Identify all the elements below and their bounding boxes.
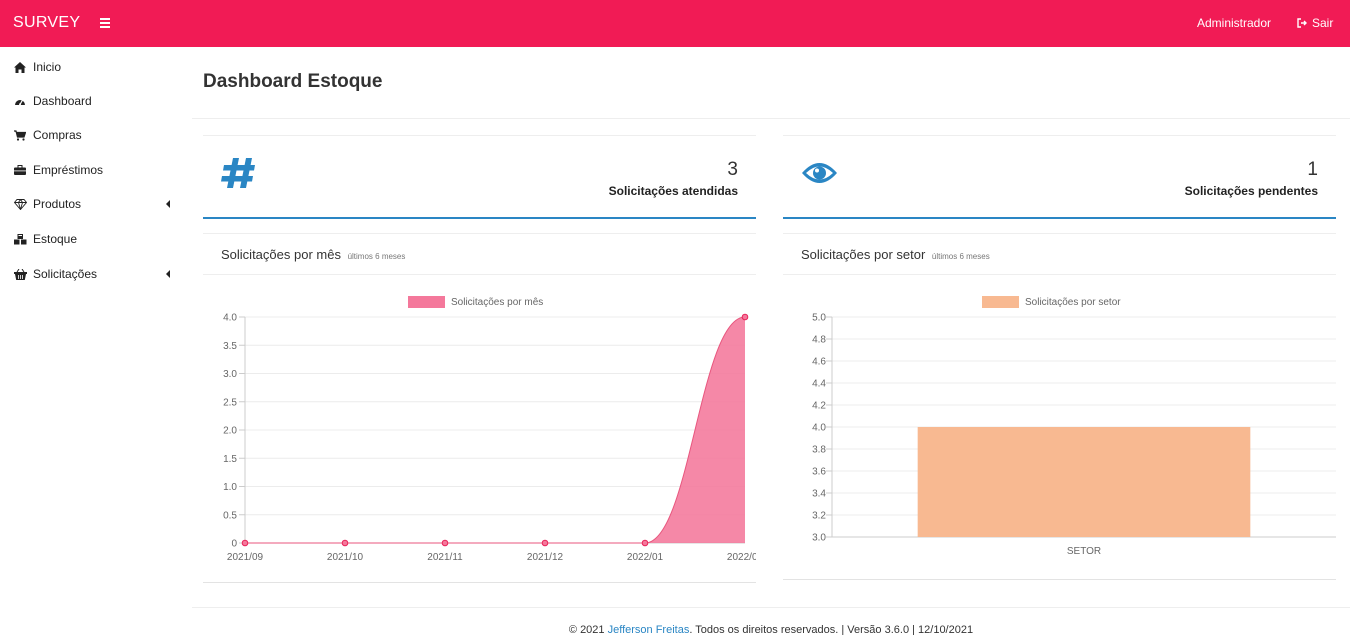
x-tick-label: 2021/11 xyxy=(427,552,463,563)
chevron-left-icon xyxy=(166,200,170,208)
chevron-left-icon xyxy=(166,270,170,278)
legend-swatch xyxy=(408,296,445,308)
sidebar-item-compras[interactable]: Compras xyxy=(0,118,192,152)
footer-prefix: © 2021 xyxy=(568,624,608,635)
sidebar-item-label: Estoque xyxy=(33,232,78,246)
y-tick-label: 2.5 xyxy=(223,397,237,408)
sidebar-item-produtos[interactable]: Produtos xyxy=(0,187,192,221)
panel-subtitle: últimos 6 meses xyxy=(931,252,990,261)
x-tick-label: 2022/01 xyxy=(627,552,664,563)
y-tick-label: 3.2 xyxy=(812,511,826,522)
y-tick-label: 3.0 xyxy=(223,369,237,380)
chart-panel-mes: Solicitações por mês últimos 6 meses Sol… xyxy=(203,233,756,583)
y-tick-label: 1.0 xyxy=(223,482,237,493)
hashtag-icon xyxy=(221,158,255,188)
sector-requests-chart: Solicitações por setor 5.0 4.8 4.6 4.4 4.2 4.0… xyxy=(812,296,1336,557)
stat-label: Solicitações atendidas xyxy=(608,184,738,198)
user-menu[interactable]: Administrador xyxy=(1197,16,1271,30)
legend-label: Solicitações por mês xyxy=(451,297,543,308)
panel-title: Solicitações por mês xyxy=(221,247,341,262)
y-tick-label: 3.4 xyxy=(812,489,826,500)
y-tick-label: 3.8 xyxy=(812,445,826,456)
page-title: Dashboard Estoque xyxy=(203,71,383,92)
footer-suffix: . Todos os direitos reservados. | Versão… xyxy=(689,624,974,635)
sidebar-item-inicio[interactable]: Inicio xyxy=(0,50,192,84)
sidebar-item-dashboard[interactable]: Dashboard xyxy=(0,84,192,118)
legend-swatch xyxy=(982,296,1019,308)
author-link[interactable]: Jefferson Freitas xyxy=(608,624,690,635)
legend-label: Solicitações por setor xyxy=(1025,297,1121,308)
stat-number: 1 xyxy=(1307,159,1318,180)
sidebar-item-solicitacoes[interactable]: Solicitações xyxy=(0,257,192,291)
y-tick-label: 4.0 xyxy=(223,313,237,324)
eye-icon xyxy=(802,163,837,183)
stat-box-pendentes: 1 Solicitações pendentes xyxy=(783,135,1336,219)
sidebar-item-label: Solicitações xyxy=(33,267,98,281)
dashboard-icon xyxy=(13,94,27,108)
y-tick-label: 0.5 xyxy=(223,510,237,521)
y-tick-label: 0 xyxy=(231,539,237,550)
sidebar-item-label: Inicio xyxy=(33,60,62,74)
y-tick-label: 3.5 xyxy=(223,341,237,352)
stat-label: Solicitações pendentes xyxy=(1184,184,1318,198)
y-tick-label: 5.0 xyxy=(812,313,826,324)
sidebar-item-label: Empréstimos xyxy=(33,163,104,177)
data-point xyxy=(341,539,349,547)
cubes-icon xyxy=(13,232,27,246)
x-tick-label: 2022/02 xyxy=(727,552,756,563)
y-tick-label: 4.8 xyxy=(812,335,826,346)
data-point xyxy=(441,539,449,547)
y-tick-label: 4.0 xyxy=(812,423,826,434)
monthly-requests-chart: Solicitações por mês 4.0 3.5 3.0 2.5 2.0 1.5 1.… xyxy=(223,296,756,563)
panel-title: Solicitações por setor xyxy=(801,247,926,262)
y-tick-label: 2.0 xyxy=(223,426,237,437)
bar xyxy=(917,427,1251,537)
x-tick-label: 2021/10 xyxy=(327,552,364,563)
panel-subtitle: últimos 6 meses xyxy=(347,252,406,261)
logout-label: Sair xyxy=(1312,16,1334,30)
shopping-cart-icon xyxy=(13,128,27,142)
chart-panel-setor: Solicitações por setor últimos 6 meses S… xyxy=(783,233,1336,580)
y-tick-label: 4.2 xyxy=(812,401,826,412)
sign-out-icon xyxy=(1297,18,1307,28)
y-tick-label: 4.6 xyxy=(812,357,826,368)
sidebar-item-label: Dashboard xyxy=(33,94,92,108)
x-tick-label: 2021/12 xyxy=(527,552,564,563)
diamond-icon xyxy=(13,197,27,211)
panel-header: Solicitações por mês últimos 6 meses xyxy=(203,234,756,275)
sidebar: Inicio Dashboard Compras Empréstimos Pro… xyxy=(0,47,192,635)
divider xyxy=(192,607,1350,608)
sidebar-item-estoque[interactable]: Estoque xyxy=(0,222,192,256)
data-point xyxy=(241,539,249,547)
sidebar-item-label: Compras xyxy=(33,128,82,142)
sidebar-item-emprestimos[interactable]: Empréstimos xyxy=(0,153,192,187)
logout-button[interactable]: Sair xyxy=(1297,16,1333,30)
panel-header: Solicitações por setor últimos 6 meses xyxy=(783,234,1336,275)
data-point xyxy=(641,539,649,547)
y-tick-label: 4.4 xyxy=(812,379,826,390)
stat-number: 3 xyxy=(727,159,738,180)
y-tick-label: 3.0 xyxy=(812,533,826,544)
data-point xyxy=(541,539,549,547)
main-content: Dashboard Estoque 3 Solicitações atendid… xyxy=(192,47,1350,635)
basket-icon xyxy=(13,267,27,281)
footer: © 2021 Jefferson Freitas. Todos os direi… xyxy=(192,624,1350,635)
sidebar-item-label: Produtos xyxy=(33,197,82,211)
data-point xyxy=(741,313,749,321)
y-tick-label: 1.5 xyxy=(223,454,237,465)
x-tick-label: 2021/09 xyxy=(227,552,264,563)
brand-logo[interactable]: SURVEY xyxy=(13,14,80,32)
menu-toggle-button[interactable] xyxy=(100,13,116,33)
briefcase-icon xyxy=(13,163,27,177)
divider xyxy=(192,118,1350,119)
x-tick-label: SETOR xyxy=(1067,546,1101,557)
stat-box-atendidas: 3 Solicitações atendidas xyxy=(203,135,756,219)
home-icon xyxy=(13,60,27,74)
y-tick-label: 3.6 xyxy=(812,467,826,478)
top-navbar: SURVEY Administrador Sair xyxy=(0,0,1350,47)
